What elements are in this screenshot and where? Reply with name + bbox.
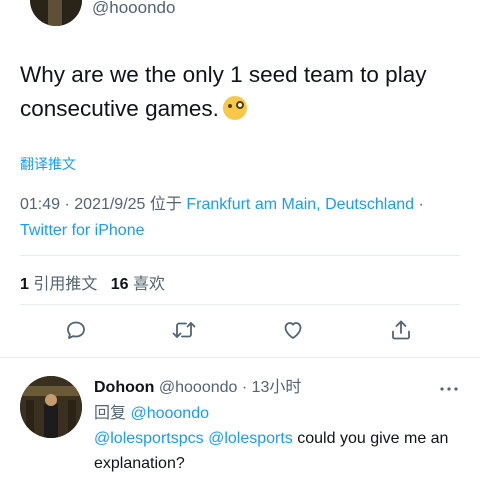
retweet-button[interactable] [170,316,198,344]
like-count: 16 [110,276,129,293]
replying-to-handle[interactable]: @hooondo [130,405,209,422]
reply-text: @lolesportspcs @lolesports could you giv… [94,426,464,476]
reply-icon [67,321,85,339]
like-icon [284,322,302,339]
meta-separator: · [414,196,424,213]
face-with-monocle-icon [222,96,247,120]
quote-count: 1 [20,276,29,293]
reply-separator: · [237,379,252,396]
reply-avatar[interactable] [20,376,82,438]
share-button[interactable] [387,316,415,344]
reply-author-handle[interactable]: @hooondo [159,379,238,396]
tweet-time[interactable]: 01:49 [20,196,60,213]
more-icon [440,387,458,391]
replying-to: 回复 @hooondo [94,399,209,423]
tweet-meta: 01:49 · 2021/9/25 位于 Frankfurt am Main, … [20,192,460,244]
meta-separator: · [60,196,75,213]
divider [0,357,480,358]
reply-time[interactable]: 13小时 [252,379,302,396]
tweet-text: Why are we the only 1 seed team to play … [20,58,460,126]
mention-lolesports[interactable]: @lolesports [208,430,293,447]
share-icon [392,320,410,340]
quote-tweets-stat[interactable]: 1 引用推文 [20,276,97,293]
translate-link[interactable]: 翻译推文 [20,154,76,174]
tweet-stats: 1 引用推文 16 喜欢 [20,270,165,294]
reply-header: Dohoon @hooondo · 13小时 [94,373,301,397]
author-avatar[interactable] [30,0,82,26]
divider [20,304,460,305]
at-label: 位于 [145,196,187,213]
reply-button[interactable] [62,316,90,344]
tweet-client[interactable]: Twitter for iPhone [20,222,145,239]
replying-label: 回复 [94,405,127,422]
author-handle[interactable]: @hooondo [92,0,175,18]
retweet-icon [172,322,196,338]
like-button[interactable] [279,316,307,344]
more-button[interactable] [439,379,459,397]
tweet-date[interactable]: 2021/9/25 [74,196,145,213]
tweet-location[interactable]: Frankfurt am Main, Deutschland [186,196,414,213]
mention-lolesportspcs[interactable]: @lolesportspcs [94,430,204,447]
quote-label: 引用推文 [33,276,98,293]
divider [20,255,460,256]
like-label: 喜欢 [132,276,165,293]
reply-author-name[interactable]: Dohoon [94,379,154,396]
likes-stat[interactable]: 16 喜欢 [111,276,165,293]
